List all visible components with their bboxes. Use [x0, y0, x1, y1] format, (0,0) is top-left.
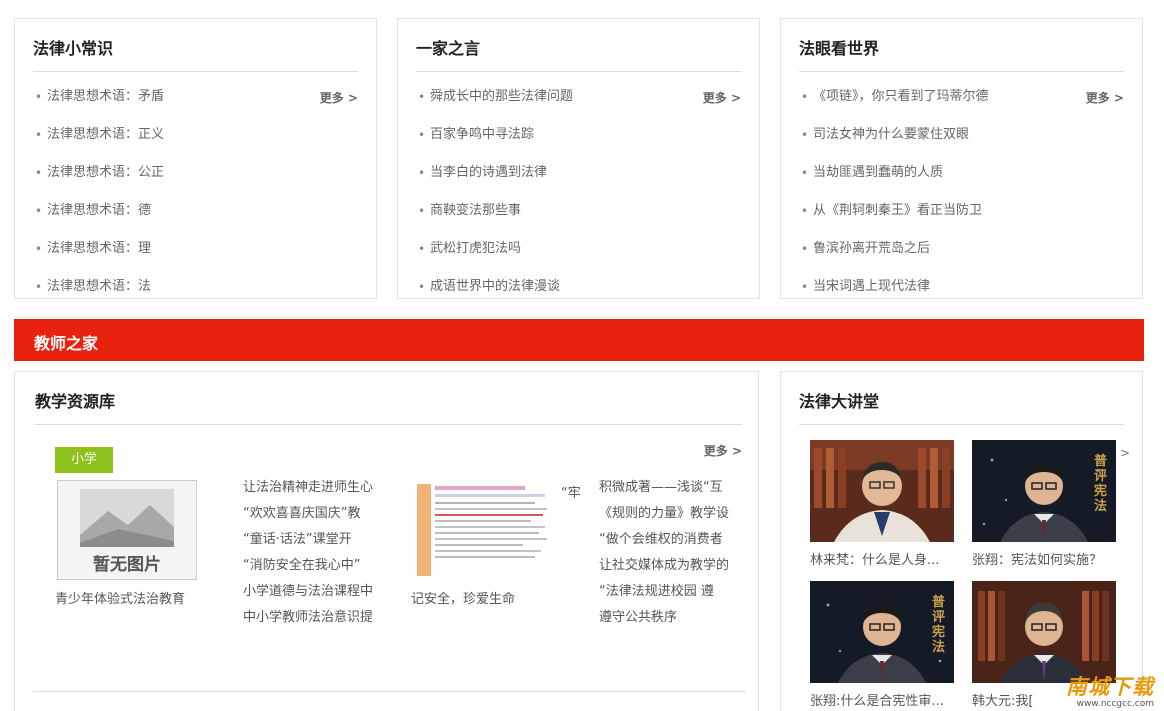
divider [35, 424, 742, 425]
panel-title: 法律大讲堂 [799, 392, 880, 411]
panel-title: 法眼看世界 [799, 39, 880, 58]
list-item[interactable]: 司法女神为什么要蒙住双眼 [801, 125, 1122, 163]
news-list: 舜成长中的那些法律问题 百家争鸣中寻法踪 当李白的诗遇到法律 商鞅变法那些事 武… [418, 87, 739, 298]
list-item[interactable]: 让法治精神走进师生心 [243, 478, 393, 504]
list-item[interactable]: 让社交媒体成为教学的 [599, 556, 741, 582]
list-item[interactable]: 当宋词遇上现代法律 [801, 277, 1122, 298]
list-item[interactable]: 成语世界中的法律漫谈 [418, 277, 739, 298]
list-item[interactable]: 法律思想术语：法 [35, 277, 356, 298]
video-card[interactable]: 普评宪法 张翔:什么是合宪性审... [810, 581, 954, 709]
more-arrow-icon[interactable]: > [1120, 446, 1130, 460]
list-item[interactable]: 法律思想术语：正义 [35, 125, 356, 163]
news-list: 法律思想术语：矛盾 法律思想术语：正义 法律思想术语：公正 法律思想术语：德 法… [35, 87, 356, 298]
video-card[interactable]: 林来梵：什么是人身... [810, 440, 954, 568]
video-caption[interactable]: 林来梵：什么是人身... [810, 549, 954, 568]
list-item[interactable]: 当李白的诗遇到法律 [418, 163, 739, 201]
no-image-placeholder[interactable]: 暂无图片 [57, 480, 197, 580]
resource-caption[interactable]: 青少年体验式法治教育 [55, 588, 185, 607]
video-thumbnail[interactable]: 普评宪法 [972, 440, 1116, 542]
panel-legal-knowledge: 法律小常识 更多 > 法律思想术语：矛盾 法律思想术语：正义 法律思想术语：公正… [14, 18, 377, 299]
list-item[interactable]: 《规则的力量》教学设 [599, 504, 741, 530]
panel-law-lectures: 法律大讲堂 > 林来梵：什么是人身... 普评宪法 张翔：宪法如何实施？ 普评宪… [780, 371, 1143, 711]
watermark-logo: 南城下载 [1066, 675, 1154, 699]
list-item[interactable]: “欢欢喜喜庆国庆”教 [243, 504, 393, 530]
document-thumbnail[interactable] [415, 480, 549, 578]
list-item[interactable]: 百家争鸣中寻法踪 [418, 125, 739, 163]
list-item[interactable]: 法律思想术语：德 [35, 201, 356, 239]
panel-one-voice: 一家之言 更多 > 舜成长中的那些法律问题 百家争鸣中寻法踪 当李白的诗遇到法律… [397, 18, 760, 299]
list-item[interactable]: 舜成长中的那些法律问题 [418, 87, 739, 125]
list-item[interactable]: 积微成著——浅谈“互 [599, 478, 741, 504]
list-item[interactable]: 法律思想术语：矛盾 [35, 87, 356, 125]
section-title[interactable]: 教师之家 [34, 330, 98, 354]
list-item[interactable]: “童话·话法”课堂开 [243, 530, 393, 556]
panel-law-world: 法眼看世界 更多 > 《项链》，你只看到了玛蒂尔德 司法女神为什么要蒙住双眼 当… [780, 18, 1143, 299]
list-item[interactable]: “做个会维权的消费者 [599, 530, 741, 556]
divider [799, 71, 1124, 72]
list-item[interactable]: 当劫匪遇到蠢萌的人质 [801, 163, 1122, 201]
list-item[interactable]: 《项链》，你只看到了玛蒂尔德 [801, 87, 1122, 125]
divider [416, 71, 741, 72]
resource-caption[interactable]: 记安全，珍爱生命 [411, 588, 515, 607]
resource-list-a: 让法治精神走进师生心 “欢欢喜喜庆国庆”教 “童话·话法”课堂开 “消防安全在我… [243, 478, 393, 634]
news-list: 《项链》，你只看到了玛蒂尔德 司法女神为什么要蒙住双眼 当劫匪遇到蠢萌的人质 从… [801, 87, 1122, 298]
panel-title: 法律小常识 [33, 39, 114, 58]
list-item[interactable]: 鲁滨孙离开荒岛之后 [801, 239, 1122, 277]
site-watermark: 南城下载 www.nccgcc.com [1066, 671, 1154, 709]
list-item[interactable]: 商鞅变法那些事 [418, 201, 739, 239]
truncated-text: “牢 [561, 486, 581, 501]
video-caption[interactable]: 张翔：宪法如何实施？ [972, 549, 1116, 568]
resource-list-b: 积微成著——浅谈“互 《规则的力量》教学设 “做个会维权的消费者 让社交媒体成为… [599, 478, 741, 634]
list-item[interactable]: 法律思想术语：公正 [35, 163, 356, 201]
video-thumbnail[interactable] [810, 440, 954, 542]
list-item[interactable]: 武松打虎犯法吗 [418, 239, 739, 277]
lecturer-portrait-icon [972, 581, 1116, 683]
video-caption[interactable]: 张翔:什么是合宪性审... [810, 690, 954, 709]
tab-primary-school[interactable]: 小学 [55, 447, 113, 473]
teacher-home-bar: 教师之家 [14, 319, 1144, 361]
panel-title: 教学资源库 [35, 392, 116, 411]
list-item[interactable]: 小学道德与法治课程中 [243, 582, 393, 608]
list-item[interactable]: “法律法规进校园 遵 [599, 582, 741, 608]
watermark-url: www.nccgcc.com [1076, 699, 1154, 709]
no-image-label: 暂无图片 [93, 555, 161, 575]
video-thumbnail[interactable]: 普评宪法 [810, 581, 954, 683]
lecturer-portrait-icon [810, 440, 954, 542]
divider [33, 71, 358, 72]
video-thumbnail[interactable] [972, 581, 1116, 683]
divider [799, 424, 1124, 425]
panel-title: 一家之言 [416, 39, 481, 58]
video-card[interactable]: 普评宪法 张翔：宪法如何实施？ [972, 440, 1116, 568]
more-link[interactable]: 更多 > [704, 442, 742, 459]
divider [33, 691, 746, 692]
list-item[interactable]: 法律思想术语：理 [35, 239, 356, 277]
list-item[interactable]: 中小学教师法治意识提 [243, 608, 393, 634]
panel-teaching-resources: 教学资源库 小学 更多 > 暂无图片 青少年体验式法治教育 让法治精神走进师生心… [14, 371, 759, 711]
list-item[interactable]: “消防安全在我心中” [243, 556, 393, 582]
list-item[interactable]: 遵守公共秩序 [599, 608, 741, 634]
document-preview-icon [417, 484, 547, 576]
program-logo: 普评宪法 [1094, 454, 1108, 514]
program-logo: 普评宪法 [932, 595, 946, 655]
list-item[interactable]: 从《荆轲刺秦王》看正当防卫 [801, 201, 1122, 239]
